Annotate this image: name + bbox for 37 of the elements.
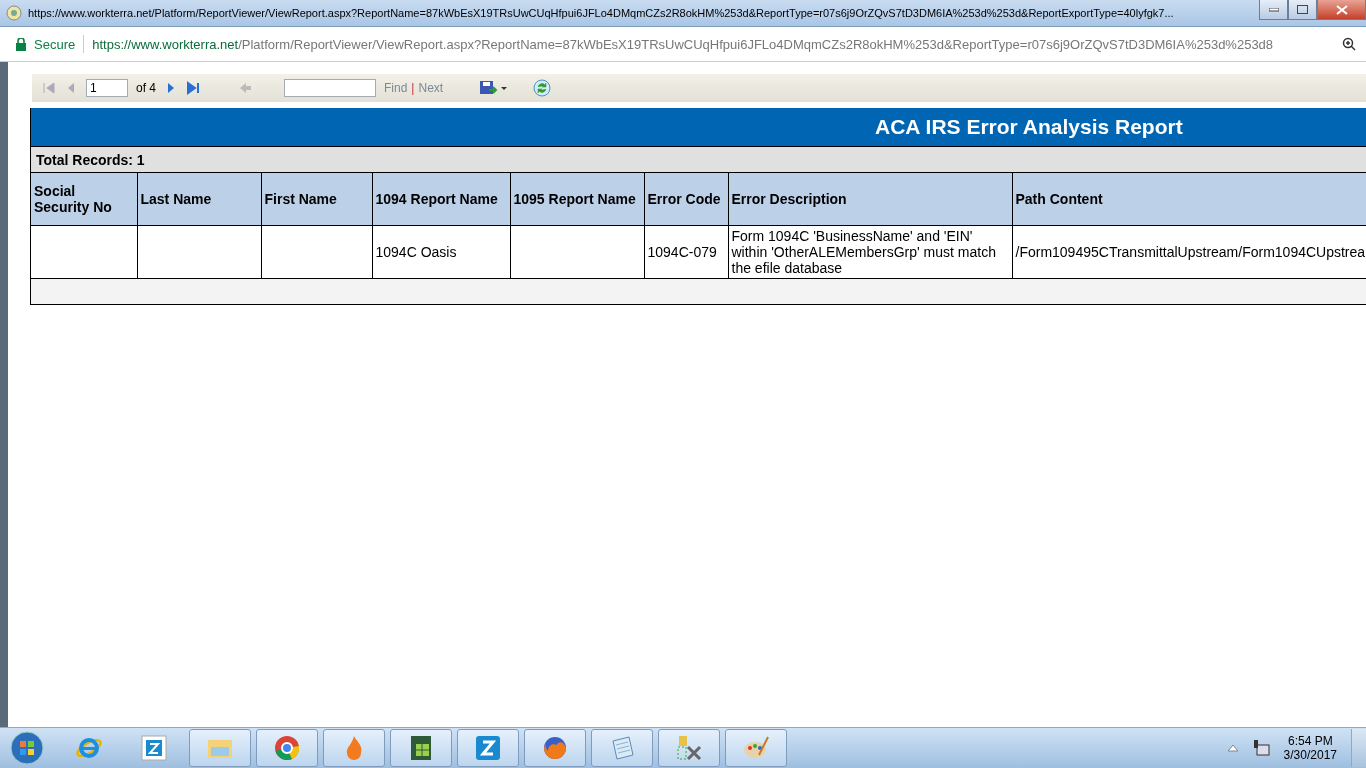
zoom-icon[interactable] — [1342, 37, 1356, 51]
column-header: Last Name — [137, 173, 261, 226]
find-field[interactable] — [284, 79, 376, 97]
column-header: Error Description — [728, 173, 1012, 226]
last-page-icon[interactable] — [186, 81, 202, 95]
column-header: Error Code — [644, 173, 728, 226]
refresh-icon[interactable] — [533, 79, 552, 97]
report-title: ACA IRS Error Analysis Report — [875, 115, 1183, 139]
column-header: Social Security No — [31, 173, 137, 226]
clock-date: 3/30/2017 — [1283, 748, 1337, 762]
close-icon[interactable] — [1335, 4, 1348, 15]
chrome-icon[interactable] — [272, 733, 302, 763]
show-desktop-button[interactable] — [1351, 729, 1366, 767]
network-icon[interactable] — [1251, 739, 1270, 757]
globe-icon[interactable] — [6, 5, 22, 21]
lock-icon — [16, 37, 26, 51]
first-page-icon[interactable] — [42, 81, 56, 95]
page-number-field[interactable]: 1 — [86, 79, 128, 97]
app-icon[interactable] — [473, 733, 503, 763]
window-title: https://www.workterra.net/Platform/ReportViewer/ViewReport.aspx?ReportName=87kWbEsX19TRsUwCUqHfpui6JFLo4DMqmCZs2R8okHM%253d&ReportType=r07s6j9OrZQvS7tD3DM6IA%253d%253d&ReportExportType=40lyfgk7... — [28, 7, 1175, 19]
column-header: First Name — [261, 173, 372, 226]
app-icon[interactable] — [139, 733, 169, 763]
column-header: 1095 Report Name — [510, 173, 644, 226]
column-header: Path Content — [1012, 173, 1366, 226]
show-hidden-icons[interactable] — [1227, 744, 1238, 752]
save-icon[interactable] — [479, 80, 510, 96]
column-header: 1094 Report Name — [372, 173, 510, 226]
secure-label: Secure — [34, 36, 76, 52]
total-records: Total Records: 1 — [31, 147, 1366, 173]
separator-text: | — [411, 81, 415, 95]
url-field[interactable]: https://www.workterra.net/Platform/ReportViewer/ViewReport.aspx?ReportName=87kWbEsX19TRsUwCUqHfpui6JFLo4DMqmCZs2R8okHM%253d&ReportType=r07s6j9OrZQvS7tD3DM6IA%253d%253d8 — [92, 36, 1334, 52]
minimize-icon[interactable] — [1268, 7, 1279, 12]
start-button-icon[interactable] — [10, 731, 44, 765]
tools-icon[interactable] — [674, 733, 704, 763]
maximize-icon[interactable] — [1297, 5, 1308, 14]
clock-time: 6:54 PM — [1287, 734, 1333, 748]
page-count: of 4 — [136, 81, 156, 95]
